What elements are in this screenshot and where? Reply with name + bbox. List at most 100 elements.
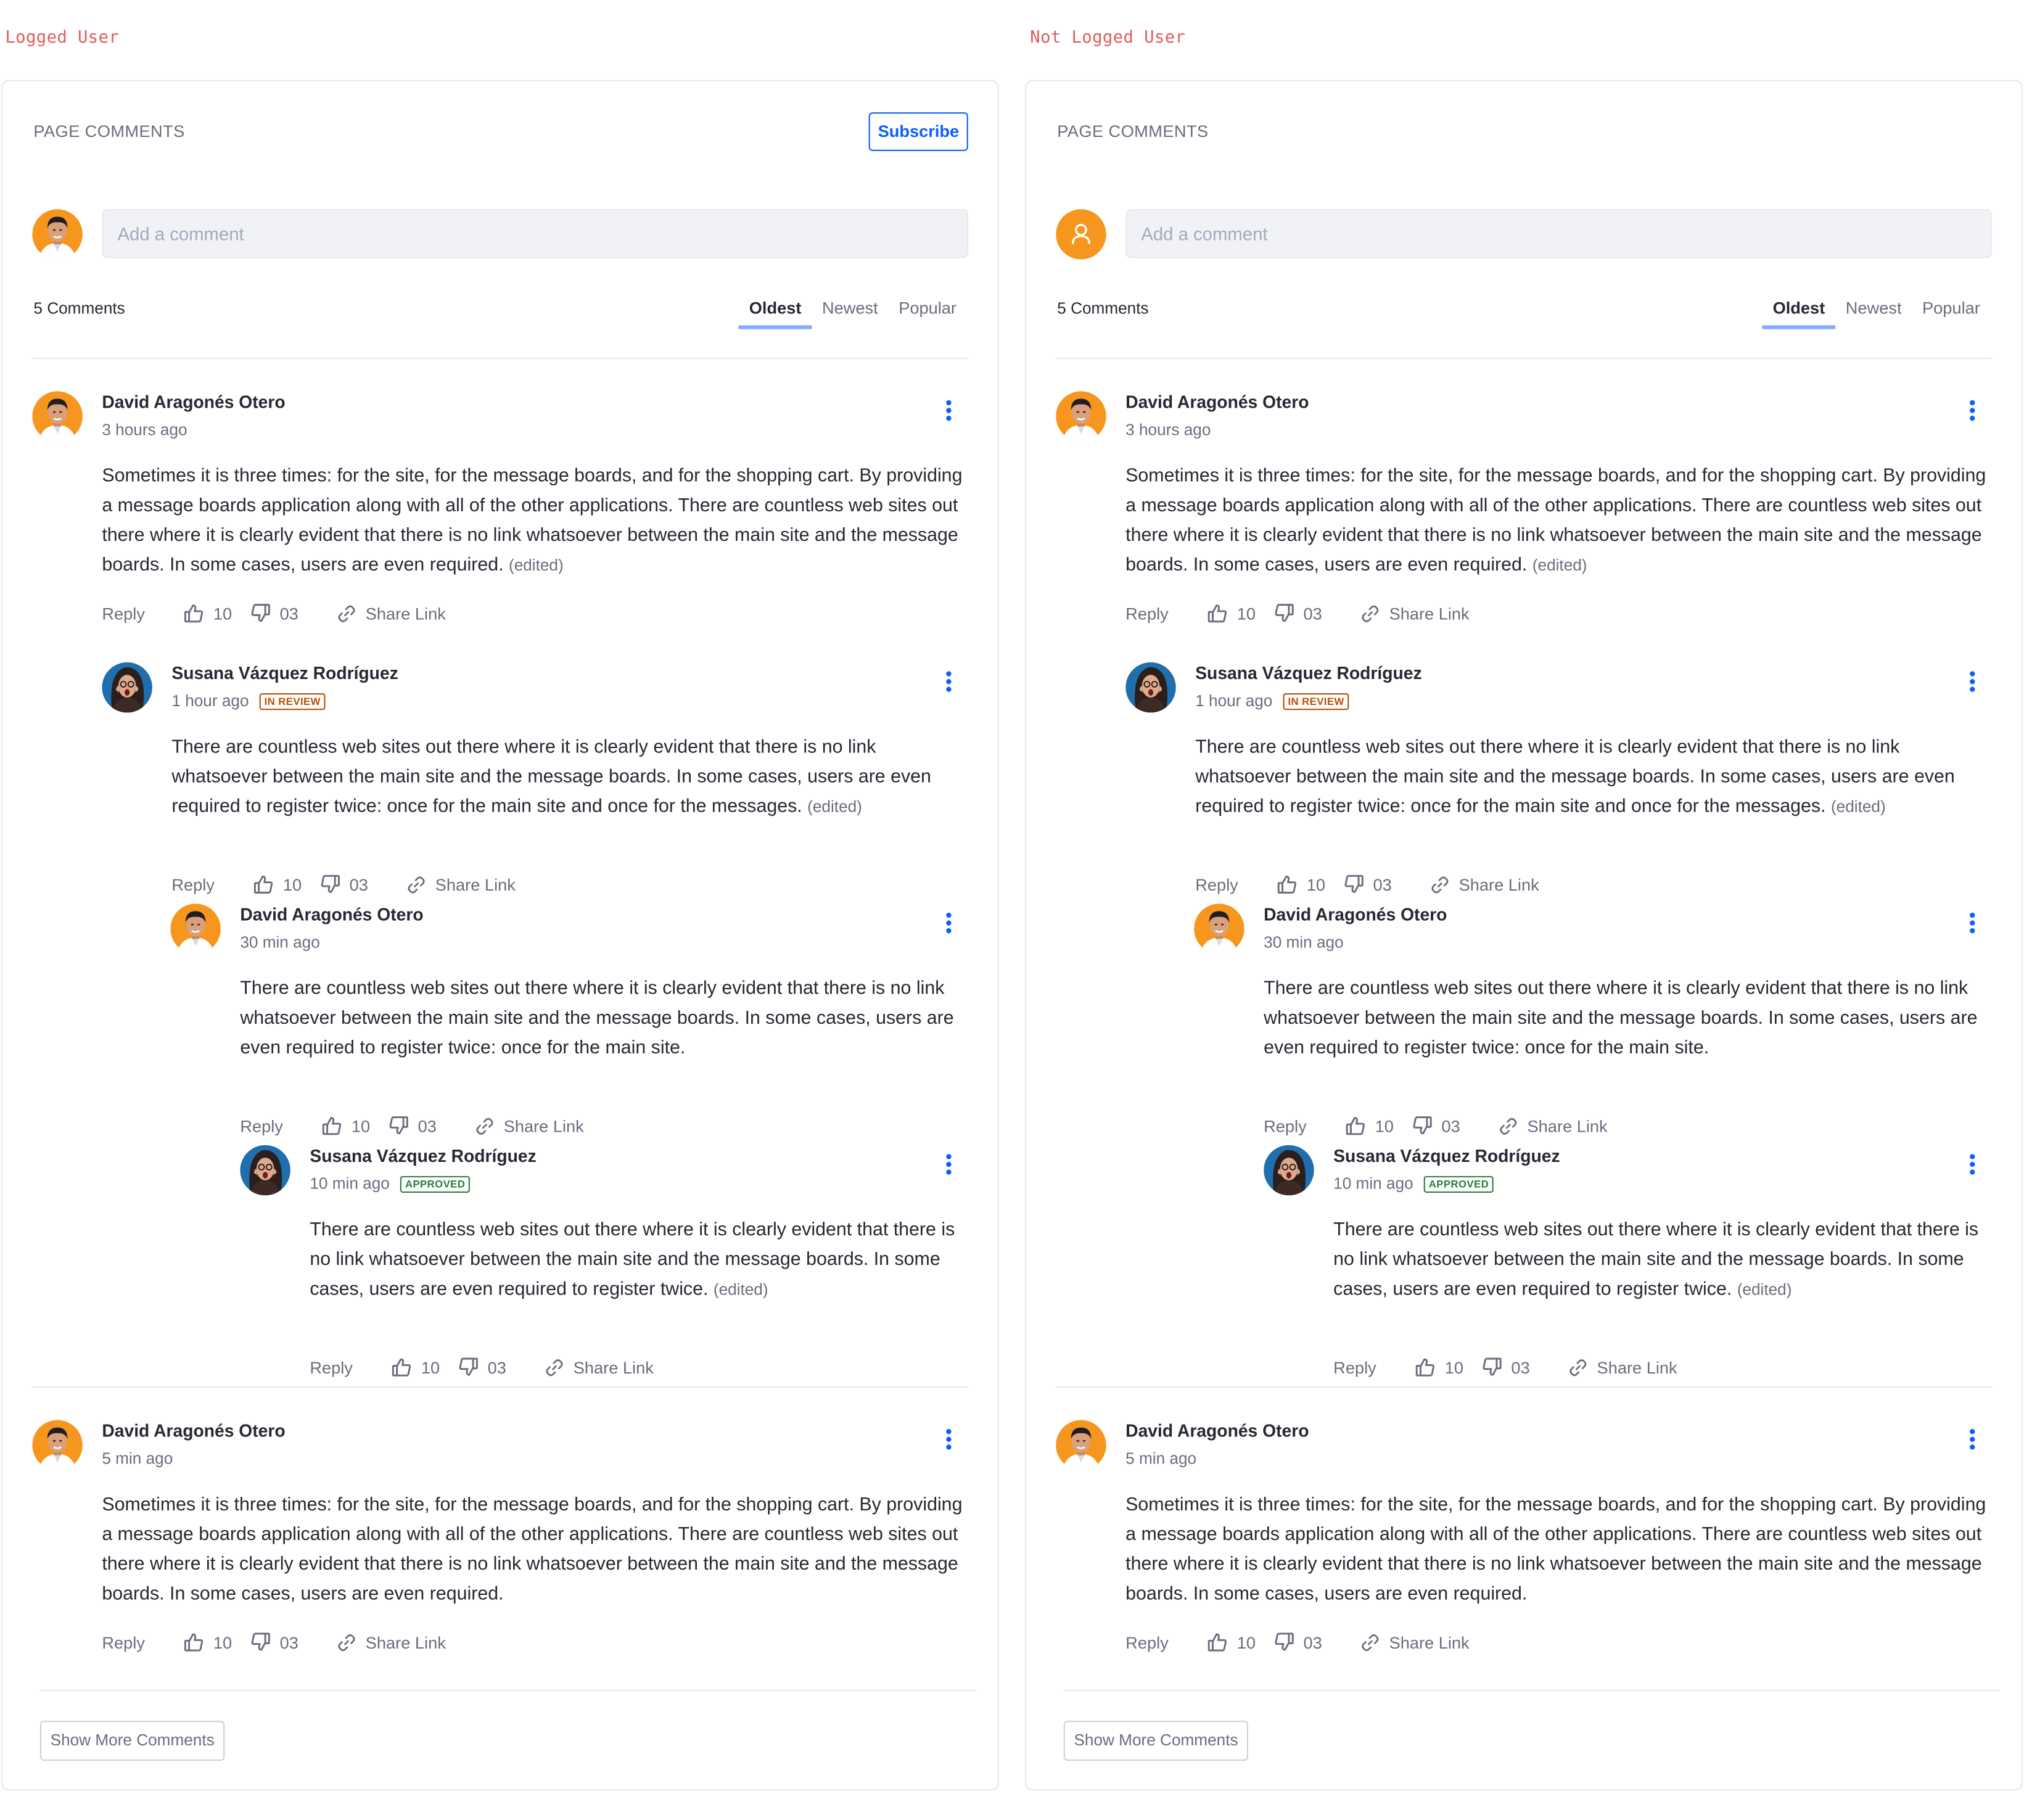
add-comment-input[interactable]: Add a comment: [102, 209, 968, 258]
reply-button[interactable]: Reply: [102, 604, 145, 623]
comment-text: There are countless web sites out there …: [1333, 1219, 1979, 1300]
like-button[interactable]: 10: [184, 603, 232, 623]
subscribe-button[interactable]: Subscribe: [868, 112, 968, 151]
share-link-button[interactable]: Share Link: [1499, 1116, 1608, 1135]
thumbs-up-icon: [322, 1115, 352, 1135]
comment-options-icon[interactable]: [1968, 671, 1977, 693]
comment-time: 1 hour ago: [1195, 691, 1273, 710]
comment-time: 3 hours ago: [102, 421, 187, 439]
comments-panel-logged: PAGE COMMENTS Subscribe Add a comment 5 …: [1, 80, 1000, 1791]
show-more-comments-button[interactable]: Show More Comments: [39, 1721, 225, 1761]
divider: [32, 357, 968, 359]
comment-body: Sometimes it is three times: for the sit…: [102, 462, 968, 581]
link-icon: [1361, 1633, 1389, 1652]
comment-meta: 5 min ago: [102, 1450, 173, 1468]
tab-oldest[interactable]: Oldest: [1762, 288, 1837, 329]
author-avatar: [102, 662, 152, 713]
like-button[interactable]: 10: [1415, 1357, 1463, 1377]
comment-text: There are countless web sites out there …: [1264, 978, 1978, 1059]
like-button[interactable]: 10: [392, 1357, 440, 1377]
tab-oldest[interactable]: Oldest: [739, 288, 813, 329]
link-icon: [407, 875, 435, 894]
comment-count: 5 Comments: [33, 299, 125, 318]
comment-options-icon[interactable]: [945, 400, 953, 422]
comment-time: 30 min ago: [1264, 933, 1344, 952]
dislike-button[interactable]: 03: [1412, 1115, 1460, 1135]
link-icon: [1361, 604, 1389, 623]
panel-title: PAGE COMMENTS: [33, 121, 185, 141]
dislike-count: 03: [279, 603, 298, 623]
share-link-label: Share Link: [1458, 875, 1539, 894]
author-avatar: [32, 1420, 83, 1471]
guest-user-avatar: [1056, 209, 1106, 260]
tab-newest[interactable]: Newest: [1835, 288, 1912, 329]
comment-body: There are countless web sites out there …: [1264, 974, 1992, 1063]
add-comment-input[interactable]: Add a comment: [1125, 209, 1992, 258]
like-button[interactable]: 10: [1207, 603, 1256, 623]
tab-newest[interactable]: Newest: [812, 288, 888, 329]
like-button[interactable]: 10: [1207, 1632, 1256, 1652]
comment-actions: Reply 10 03 Share Link: [171, 874, 515, 894]
like-count: 10: [1444, 1357, 1463, 1377]
comment-options-icon[interactable]: [945, 912, 953, 935]
dislike-button[interactable]: 03: [458, 1357, 506, 1377]
dislike-button[interactable]: 03: [320, 874, 368, 894]
reply-button[interactable]: Reply: [1125, 1633, 1169, 1652]
thumbs-down-icon: [458, 1357, 487, 1377]
like-button[interactable]: 10: [322, 1115, 370, 1135]
comment-options-icon[interactable]: [945, 1429, 953, 1451]
like-button[interactable]: 10: [253, 874, 302, 894]
comment-reply: Susana Vázquez Rodríguez 1 hour ago IN REV…: [102, 662, 968, 908]
dislike-count: 03: [1511, 1357, 1530, 1377]
show-more-comments-button[interactable]: Show More Comments: [1063, 1721, 1249, 1761]
comment-options-icon[interactable]: [1968, 1429, 1977, 1451]
like-button[interactable]: 10: [1346, 1115, 1394, 1135]
share-link-button[interactable]: Share Link: [1569, 1357, 1677, 1377]
comment-time: 10 min ago: [310, 1174, 390, 1193]
reply-button[interactable]: Reply: [1125, 604, 1169, 623]
thumbs-up-icon: [253, 874, 283, 894]
comment-options-icon[interactable]: [1968, 912, 1977, 935]
link-icon: [1569, 1357, 1597, 1377]
share-link-button[interactable]: Share Link: [475, 1116, 584, 1135]
reply-button[interactable]: Reply: [1333, 1357, 1376, 1377]
comment-meta: 30 min ago: [1264, 933, 1343, 951]
like-button[interactable]: 10: [184, 1632, 232, 1652]
reply-button[interactable]: Reply: [1195, 875, 1238, 894]
share-link-label: Share Link: [1527, 1116, 1608, 1135]
thumbs-down-icon: [250, 1632, 279, 1652]
like-count: 10: [1236, 1632, 1256, 1652]
dislike-button[interactable]: 03: [1481, 1357, 1530, 1377]
reply-button[interactable]: Reply: [102, 1633, 145, 1652]
comment-options-icon[interactable]: [1968, 400, 1977, 422]
dislike-button[interactable]: 03: [1343, 874, 1392, 894]
reply-button[interactable]: Reply: [1264, 1116, 1307, 1135]
dislike-button[interactable]: 03: [388, 1115, 437, 1135]
comment-options-icon[interactable]: [945, 671, 953, 693]
like-button[interactable]: 10: [1277, 874, 1325, 894]
dislike-button[interactable]: 03: [250, 603, 298, 623]
share-link-button[interactable]: Share Link: [337, 1633, 446, 1652]
comment-options-icon[interactable]: [1968, 1154, 1977, 1176]
comment-options-icon[interactable]: [945, 1154, 953, 1176]
comment-actions: Reply 10 03 Share Link: [1264, 1115, 1607, 1135]
comment-author: David Aragonés Otero: [102, 392, 286, 412]
share-link-button[interactable]: Share Link: [545, 1357, 654, 1377]
share-link-button[interactable]: Share Link: [1431, 875, 1539, 894]
thumbs-down-icon: [1273, 1632, 1303, 1652]
dislike-button[interactable]: 03: [250, 1632, 298, 1652]
reply-button[interactable]: Reply: [240, 1116, 283, 1135]
tab-popular[interactable]: Popular: [1912, 288, 1990, 329]
share-link-button[interactable]: Share Link: [1361, 604, 1470, 623]
tab-popular[interactable]: Popular: [888, 288, 966, 329]
author-avatar: [1056, 1420, 1106, 1471]
reply-button[interactable]: Reply: [171, 875, 215, 894]
share-link-button[interactable]: Share Link: [1361, 1633, 1470, 1652]
reply-button[interactable]: Reply: [310, 1357, 353, 1377]
share-link-label: Share Link: [1389, 603, 1470, 623]
dislike-button[interactable]: 03: [1273, 1632, 1322, 1652]
link-icon: [475, 1116, 504, 1135]
share-link-button[interactable]: Share Link: [407, 875, 516, 894]
dislike-button[interactable]: 03: [1273, 603, 1322, 623]
share-link-button[interactable]: Share Link: [337, 604, 446, 623]
